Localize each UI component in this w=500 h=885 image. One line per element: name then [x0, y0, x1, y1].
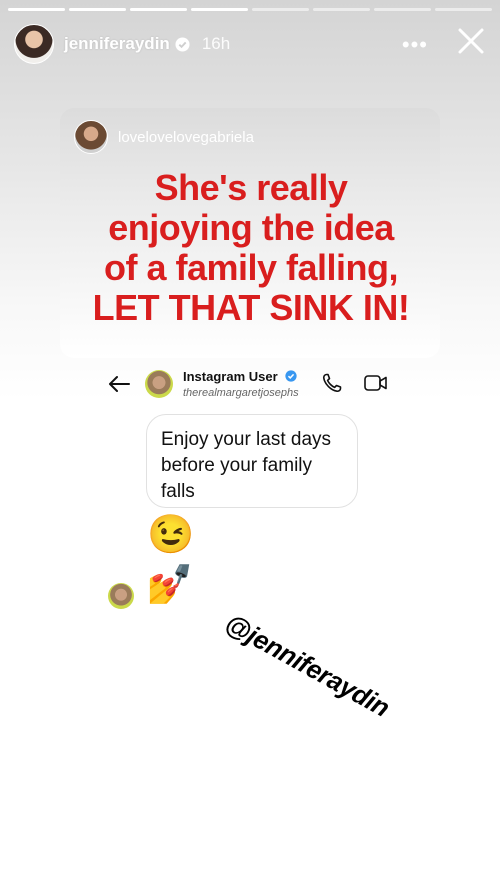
mention-sticker[interactable]: @jenniferaydin: [213, 602, 402, 730]
avatar: [108, 583, 134, 609]
headline-line: She's really: [154, 167, 348, 208]
message-line: Enjoy your last days: [161, 429, 332, 450]
progress-segment: [69, 8, 126, 11]
wink-emoji: 😉: [147, 514, 195, 556]
quote-username[interactable]: lovelovelovegabriela: [118, 129, 254, 146]
story-progress-bar: [8, 8, 492, 11]
avatar[interactable]: [14, 24, 54, 64]
headline-line: enjoying the idea: [108, 207, 394, 248]
progress-segment: [130, 8, 187, 11]
story-username[interactable]: jenniferaydin: [64, 34, 170, 54]
avatar[interactable]: [74, 120, 108, 154]
headline-line: of a family falling,: [103, 247, 399, 288]
dm-name-text: Instagram User: [183, 369, 278, 384]
avatar[interactable]: [145, 370, 173, 398]
story-timestamp: 16h: [201, 34, 231, 53]
headline-text: She's really enjoying the idea of a fami…: [62, 168, 440, 328]
progress-segment: [191, 8, 248, 11]
back-arrow-icon[interactable]: [105, 370, 133, 398]
quote-card-header: lovelovelovegabriela: [74, 120, 254, 154]
phone-icon[interactable]: [320, 371, 344, 395]
progress-segment: [374, 8, 431, 11]
progress-segment: [8, 8, 65, 11]
message-line: before your family: [161, 455, 313, 476]
dm-header: Instagram User therealmargaretjosephs: [105, 368, 405, 404]
progress-segment: [313, 8, 370, 11]
video-camera-icon[interactable]: [363, 371, 389, 395]
progress-segment: [435, 8, 492, 11]
nail-polish-emoji: 💅: [146, 564, 194, 606]
verified-badge-icon: [175, 36, 190, 52]
headline-line: LET THAT SINK IN!: [92, 287, 410, 328]
message-line: falls: [161, 481, 195, 502]
dm-contact-handle: therealmargaretjosephs: [183, 387, 299, 399]
message-bubble: Enjoy your last days before your family …: [146, 414, 358, 508]
dm-contact-name: Instagram User: [183, 369, 297, 384]
progress-segment: [252, 8, 309, 11]
close-icon[interactable]: [456, 26, 486, 56]
more-horizontal-icon[interactable]: •••: [402, 32, 428, 58]
story-header: jenniferaydin 16h •••: [14, 22, 486, 66]
verified-badge-icon: [285, 370, 297, 382]
